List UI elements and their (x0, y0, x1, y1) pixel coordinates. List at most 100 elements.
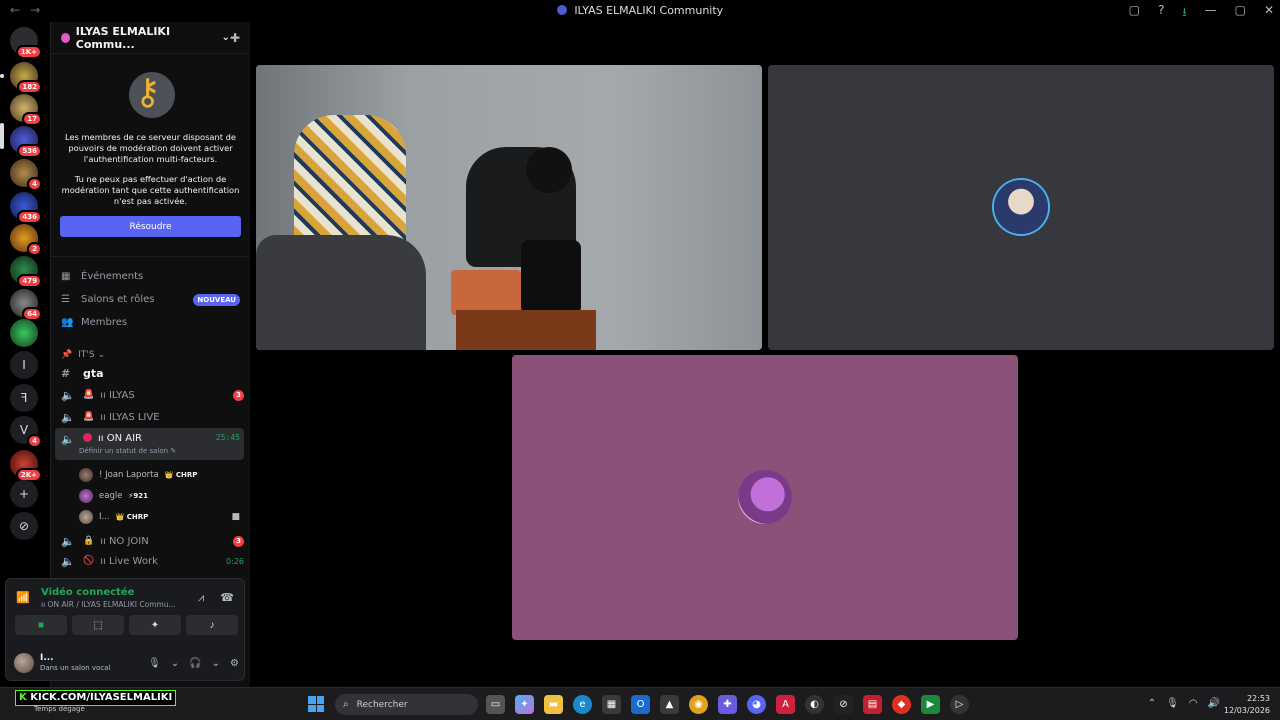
chevron-down-icon[interactable]: ⌄ (171, 658, 179, 669)
channel-ilyas[interactable]: 🔈 🚨 ıı ILYAS 3 (51, 384, 250, 406)
soundboard-button[interactable]: ♪ (186, 615, 238, 635)
server-icon[interactable]: I (10, 351, 38, 379)
user-panel: I... Dans un salon vocal 🎙 ⌄ 🎧 ⌄ ⚙ (14, 651, 239, 675)
microphone-icon[interactable]: 🎙 (1166, 698, 1179, 709)
user-name: I... (40, 653, 54, 663)
server-icon[interactable]: 182 (10, 62, 42, 94)
server-icon[interactable]: 479 (10, 256, 42, 288)
taskbar-search[interactable]: ⌕ Rechercher (335, 694, 478, 715)
discover-button[interactable]: ⊘ (10, 512, 38, 540)
task-view-icon[interactable]: ▭ (486, 695, 505, 714)
screen-share-button[interactable]: ⬚ (72, 615, 124, 635)
edge-icon[interactable]: e (573, 695, 592, 714)
app-icon[interactable]: ◆ (892, 695, 911, 714)
voice-actions: ⩘ ☎ (198, 591, 234, 605)
user-avatar[interactable] (14, 653, 34, 673)
chevron-up-icon[interactable]: ⌃ (1148, 698, 1156, 709)
speaker-icon: 🔈 (61, 388, 75, 402)
voice-member[interactable]: eagle ⚡921 (51, 485, 250, 506)
server-icon[interactable]: 2 (10, 224, 42, 256)
server-header[interactable]: ILYAS ELMALIKI Commu... ⌄ ✚ (51, 22, 250, 54)
signal-icon[interactable]: 📶 (16, 591, 30, 604)
file-explorer-icon[interactable]: ▬ (544, 695, 563, 714)
wifi-icon[interactable]: ◠ (1189, 698, 1198, 709)
store-icon[interactable]: ▦ (602, 695, 621, 714)
channels-roles-item[interactable]: ☰ Salons et rôles NOUVEAU (61, 288, 240, 311)
voice-controls: ■ ⬚ ✦ ♪ (15, 615, 238, 635)
video-tile-joan-laporta[interactable] (768, 65, 1274, 350)
minimize-button[interactable]: — (1205, 3, 1217, 24)
members-item[interactable]: 👥 Membres (61, 311, 240, 334)
close-button[interactable]: ✕ (1264, 3, 1274, 24)
speaker-icon: 🔈 (61, 554, 75, 568)
events-item[interactable]: ▦ Événements (61, 265, 240, 288)
help-icon[interactable]: ? (1158, 3, 1164, 24)
channel-ilyas-live[interactable]: 🔈 🚨 ıı ILYAS LIVE (51, 406, 250, 428)
windows-start-icon[interactable] (308, 696, 324, 712)
mfa-text-2: Tu ne peux pas effectuer d'action de mod… (61, 174, 240, 206)
server-icon[interactable]: 436 (10, 192, 42, 224)
channel-timer: 25:45 (215, 433, 240, 442)
microphone-icon[interactable]: 🎙 (148, 658, 161, 669)
person-add-icon[interactable]: ✚ (230, 31, 240, 45)
server-icon[interactable]: 17 (10, 94, 42, 126)
server-icon[interactable]: 2K+ (10, 450, 42, 482)
chrome-icon[interactable]: ◉ (689, 695, 708, 714)
discord-icon[interactable]: ◕ (747, 695, 766, 714)
app-icon[interactable]: ⊘ (834, 695, 853, 714)
activities-button[interactable]: ✦ (129, 615, 181, 635)
weather-widget[interactable]: Temps dégagé (34, 705, 85, 713)
taskbar-apps: ▭ ✦ ▬ e ▦ O ▲ ◉ ✚ ◕ A ◐ ⊘ ▤ ◆ ▶ ▷ (486, 695, 969, 714)
channel-no-join[interactable]: 🔈 🔒 ıı NO JOIN 3 (51, 530, 250, 552)
outlook-icon[interactable]: O (631, 695, 650, 714)
gaming-chair (256, 235, 426, 350)
channel-live-work[interactable]: 🔈 🚫 ıı Live Work 0:26 (51, 552, 250, 570)
server-icon[interactable] (10, 319, 38, 347)
channel-gta[interactable]: # gta (51, 362, 250, 384)
member-count-badge: 3 (233, 389, 244, 401)
category-header[interactable]: 📌 IT'S ⌄ (51, 348, 250, 362)
video-tile-eagle[interactable] (512, 355, 1018, 640)
headphones-icon[interactable]: 🎧 (189, 658, 201, 669)
channel-on-air[interactable]: 🔈 ıı ON AIR 25:45 Définir un statut de s… (55, 428, 244, 460)
chevron-down-icon: ⌄ (97, 350, 106, 360)
direct-messages-icon[interactable]: 1K+ (10, 27, 42, 59)
maximize-button[interactable]: ▢ (1235, 3, 1246, 24)
channel-label: ıı ILYAS (100, 389, 135, 401)
noise-suppression-icon[interactable]: ⩘ (198, 591, 204, 605)
media-player-icon[interactable]: ▷ (950, 695, 969, 714)
server-menu: ▦ Événements ☰ Salons et rôles NOUVEAU 👥… (51, 257, 250, 334)
resolve-button[interactable]: Résoudre (60, 216, 241, 237)
volume-icon[interactable]: 🔊 (1208, 698, 1220, 709)
app-icon[interactable]: ▤ (863, 695, 882, 714)
disconnect-icon[interactable]: ☎ (220, 591, 234, 605)
server-icon[interactable]: 4 (10, 159, 42, 191)
window-controls: ▢ ? ⭳ — ▢ ✕ (1129, 3, 1274, 24)
clock[interactable]: 22:53 12/03/2026 (1224, 693, 1270, 717)
app-icon[interactable]: ◐ (805, 695, 824, 714)
server-icon-active[interactable]: 536 (10, 126, 42, 158)
copilot-icon[interactable]: ✦ (515, 695, 534, 714)
server-icon[interactable]: V 4 (10, 416, 42, 448)
server-icon[interactable]: 64 (10, 289, 42, 321)
app-icon[interactable]: ▲ (660, 695, 679, 714)
voice-member[interactable]: I... 👑 CHRP ■ (51, 506, 250, 527)
member-name: ! Joan Laporta (99, 469, 159, 480)
member-tag: 👑 CHRP (115, 512, 149, 521)
inbox-icon[interactable]: ▢ (1129, 3, 1140, 24)
gamepad-icon[interactable]: ✚ (718, 695, 737, 714)
gear-icon[interactable]: ⚙ (230, 658, 239, 669)
participant-avatar (994, 180, 1048, 234)
connection-location[interactable]: ıı ON AIR / ILYAS ELMALIKI Commu... (41, 600, 176, 609)
download-icon[interactable]: ⭳ (1182, 3, 1186, 24)
kick-studio-icon[interactable]: ▶ (921, 695, 940, 714)
air-fryer (521, 240, 581, 315)
server-icon[interactable]: ꟻ (10, 384, 38, 412)
add-server-button[interactable]: + (10, 480, 38, 508)
camera-button[interactable]: ■ (15, 615, 67, 635)
acrobat-icon[interactable]: A (776, 695, 795, 714)
video-tile-camera[interactable] (256, 65, 762, 350)
set-channel-status[interactable]: Définir un statut de salon ✎ (79, 447, 176, 455)
voice-member[interactable]: ! Joan Laporta 👑 CHRP (51, 464, 250, 485)
chevron-down-icon[interactable]: ⌄ (212, 658, 220, 669)
